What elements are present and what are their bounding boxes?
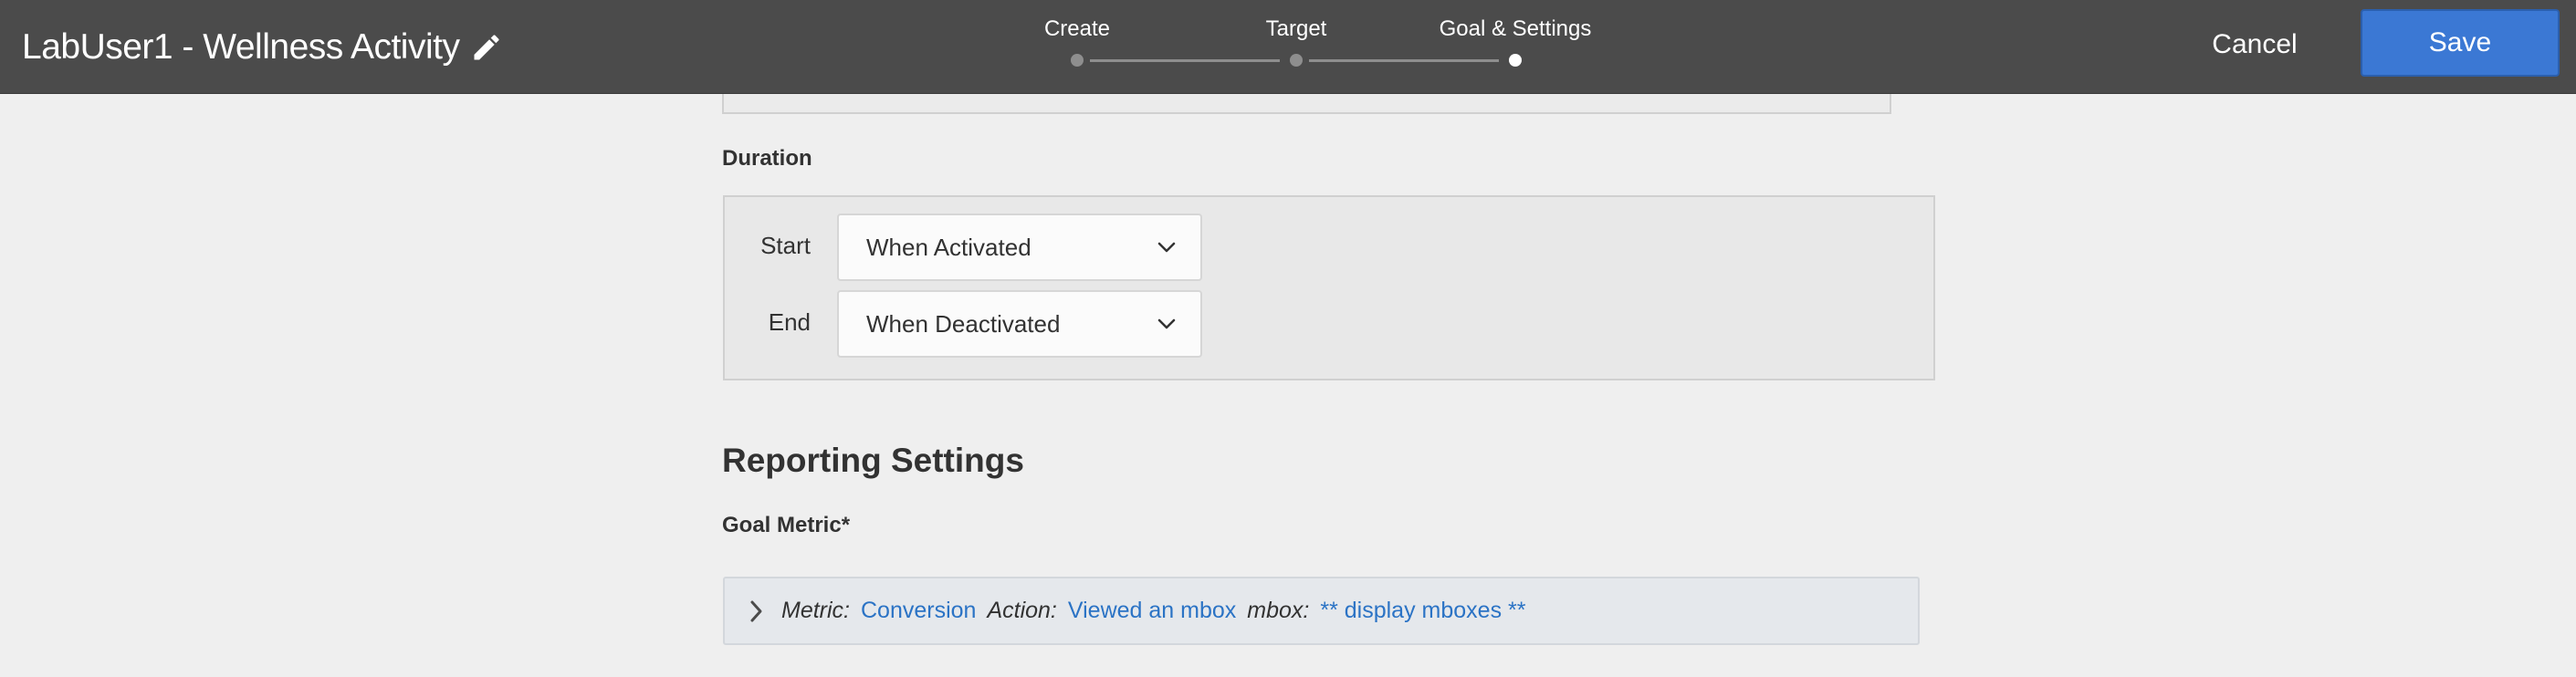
mbox-key: mbox:	[1247, 598, 1310, 623]
end-label: End	[768, 308, 811, 336]
step-create[interactable]: Create	[1022, 16, 1132, 42]
metric-summary: Metric: Conversion Action: Viewed an mbo…	[781, 598, 1536, 624]
end-select[interactable]: When Deactivated	[837, 290, 1202, 358]
step-target[interactable]: Target	[1241, 16, 1351, 42]
chevron-down-icon	[1157, 237, 1177, 257]
workflow-stepper: Create Target Goal & Settings	[995, 16, 1616, 71]
start-select[interactable]: When Activated	[837, 214, 1202, 281]
step-target-dot	[1290, 54, 1303, 67]
mbox-value-link[interactable]: ** display mboxes **	[1320, 598, 1525, 624]
top-bar: LabUser1 - Wellness Activity Create Targ…	[0, 0, 2576, 94]
start-label: Start	[760, 232, 811, 259]
step-goal-settings[interactable]: Goal & Settings	[1424, 16, 1607, 42]
save-button[interactable]: Save	[2361, 9, 2560, 77]
start-select-value: When Activated	[866, 234, 1031, 261]
step-goal-settings-dot	[1509, 54, 1522, 67]
activity-title-group: LabUser1 - Wellness Activity	[22, 25, 505, 70]
action-key: Action:	[987, 598, 1057, 623]
pencil-icon[interactable]	[468, 29, 505, 66]
goal-metric-label: Goal Metric*	[722, 513, 851, 537]
step-create-label: Create	[1043, 16, 1111, 41]
step-goal-settings-label: Goal & Settings	[1439, 16, 1592, 41]
chevron-right-icon[interactable]	[738, 593, 774, 630]
previous-section-box	[722, 94, 1891, 114]
step-target-label: Target	[1265, 16, 1327, 41]
step-create-dot	[1071, 54, 1084, 67]
reporting-settings-heading: Reporting Settings	[722, 442, 1024, 479]
duration-panel: Start When Activated End When Deactivate…	[723, 195, 1935, 380]
action-value-link[interactable]: Viewed an mbox	[1068, 598, 1236, 624]
duration-label: Duration	[722, 146, 812, 171]
step-connector	[1309, 59, 1499, 62]
chevron-down-icon	[1157, 314, 1177, 334]
step-connector	[1090, 59, 1280, 62]
activity-title: LabUser1 - Wellness Activity	[22, 27, 460, 67]
cancel-button[interactable]: Cancel	[2191, 18, 2319, 71]
goal-metric-row[interactable]: Metric: Conversion Action: Viewed an mbo…	[723, 577, 1920, 645]
metric-key: Metric:	[781, 598, 850, 623]
metric-value-link[interactable]: Conversion	[861, 598, 976, 624]
end-select-value: When Deactivated	[866, 310, 1061, 338]
